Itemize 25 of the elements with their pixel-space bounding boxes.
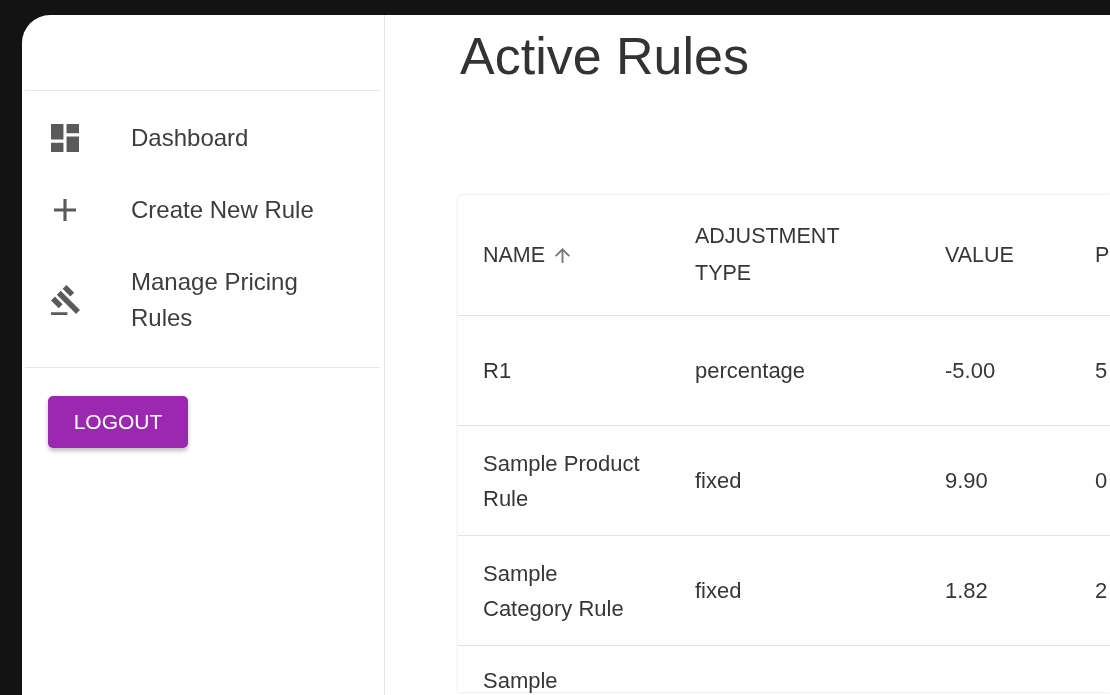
table-cell: -5.00 — [920, 316, 1070, 426]
table-cell: 5 — [1070, 316, 1110, 426]
table-cell: 1.82 — [920, 536, 1070, 646]
dashboard-icon — [51, 124, 79, 152]
gavel-icon — [50, 285, 80, 315]
table-cell: 0 — [1070, 426, 1110, 536]
table-cell-text: Sample — [482, 667, 559, 692]
column-header[interactable]: P — [1070, 195, 1110, 316]
page-title: Active Rules — [460, 26, 750, 87]
table-cell: Sample Product Rule — [458, 426, 670, 536]
table-cell: percentage — [670, 316, 920, 426]
column-header[interactable]: ADJUSTMENT TYPE — [670, 195, 920, 316]
table-cell: fixed — [670, 536, 920, 646]
sidebar-item[interactable]: Manage Pricing Rules — [22, 246, 384, 354]
table-cell: Sample Category Rule — [458, 536, 670, 646]
plus-icon — [54, 199, 76, 221]
table-cell: R1 — [458, 316, 670, 426]
table-cell: 9.90 — [920, 426, 1070, 536]
logout-button[interactable]: LOGOUT — [48, 396, 188, 448]
column-header[interactable]: VALUE — [920, 195, 1070, 316]
sidebar-item[interactable]: Create New Rule — [22, 174, 384, 246]
table-cell: 2 — [1070, 536, 1110, 646]
sidebar-item[interactable]: Dashboard — [22, 102, 384, 174]
column-header[interactable]: NAME — [458, 195, 670, 316]
table-cell: fixed — [670, 426, 920, 536]
